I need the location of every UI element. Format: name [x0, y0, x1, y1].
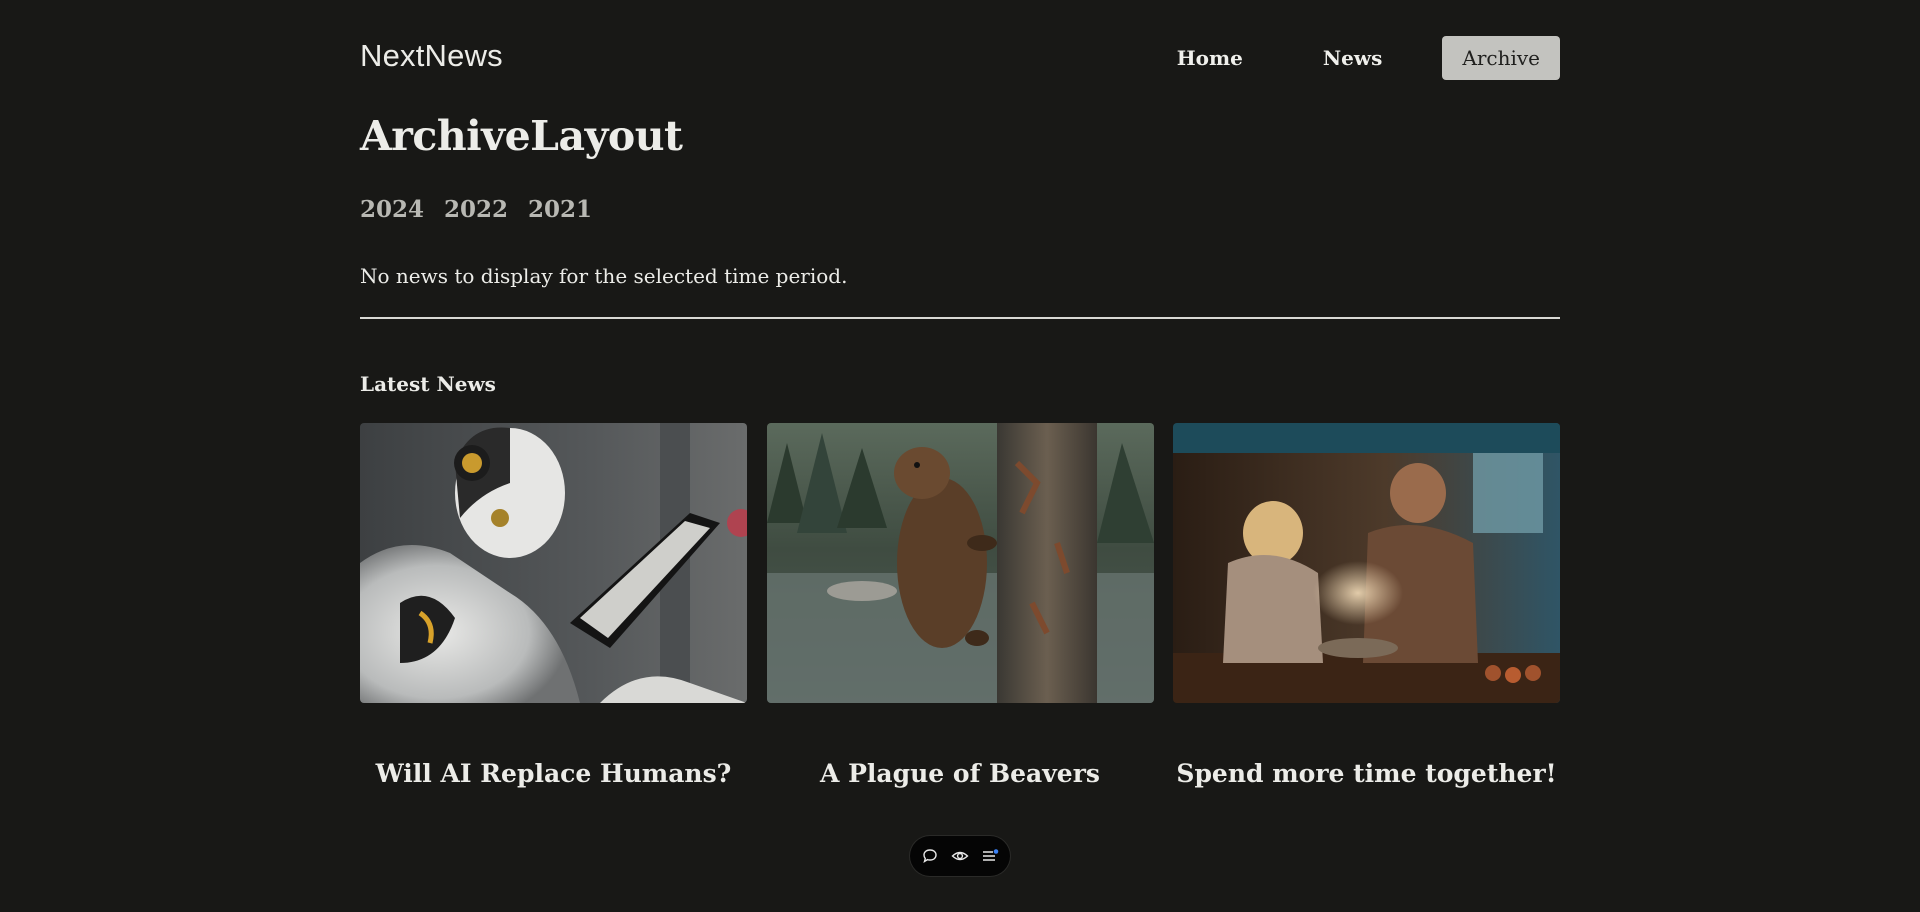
latest-news-list: Will AI Replace Humans? A Plague of Beav… — [360, 423, 1560, 788]
news-card-title[interactable]: A Plague of Beavers — [767, 759, 1154, 788]
news-card-title[interactable]: Spend more time together! — [1173, 759, 1560, 788]
news-card[interactable]: Will AI Replace Humans? — [360, 423, 747, 788]
nav-home-link[interactable]: Home — [1157, 36, 1263, 80]
year-link-2024[interactable]: 2024 — [360, 196, 424, 223]
page-title: ArchiveLayout — [360, 112, 683, 160]
section-divider — [360, 317, 1560, 319]
site-header: NextNews Home News Archive — [360, 0, 1560, 116]
eye-icon[interactable] — [950, 846, 970, 866]
couple-cooking-photo[interactable] — [1173, 423, 1560, 703]
news-card[interactable]: A Plague of Beavers — [766, 423, 1154, 788]
news-card[interactable]: Spend more time together! — [1173, 423, 1560, 788]
beaver-climbing-tree-photo[interactable] — [766, 423, 1154, 703]
robot-with-tablet-photo[interactable] — [360, 423, 747, 703]
page-container: NextNews Home News Archive ArchiveLayout… — [360, 0, 1560, 788]
news-card-title[interactable]: Will AI Replace Humans? — [360, 759, 747, 788]
nav-archive-link[interactable]: Archive — [1442, 36, 1560, 80]
year-link-2021[interactable]: 2021 — [528, 196, 592, 223]
comment-icon[interactable] — [920, 846, 940, 866]
main-nav: Home News Archive — [1117, 36, 1560, 80]
menu-list-icon[interactable] — [980, 846, 1000, 866]
notification-dot — [993, 849, 999, 854]
latest-news-heading: Latest News — [360, 372, 496, 396]
floating-toolbar — [910, 836, 1010, 876]
nav-news-link[interactable]: News — [1303, 36, 1402, 80]
year-link-2022[interactable]: 2022 — [444, 196, 508, 223]
empty-state-message: No news to display for the selected time… — [360, 264, 848, 288]
site-logo[interactable]: NextNews — [360, 38, 503, 74]
year-filter: 2024 2022 2021 — [360, 196, 612, 223]
